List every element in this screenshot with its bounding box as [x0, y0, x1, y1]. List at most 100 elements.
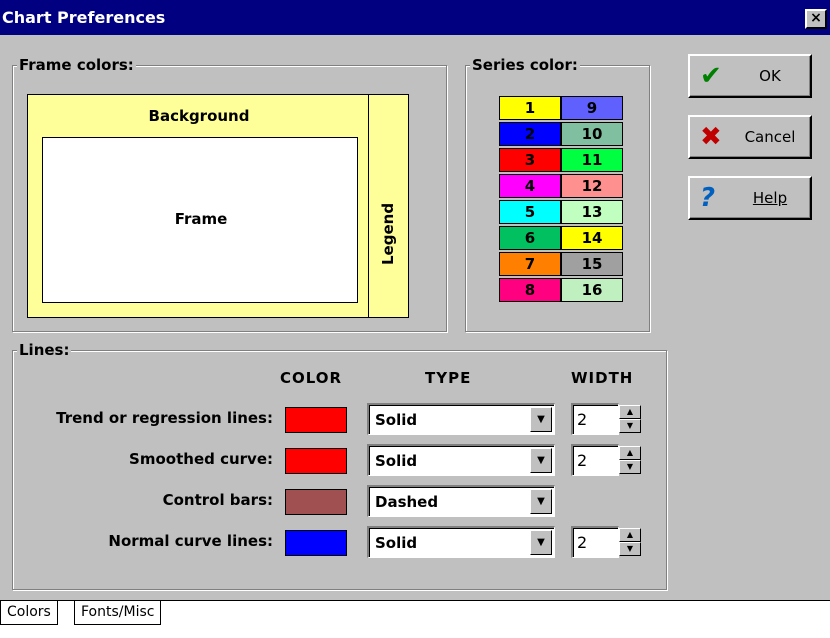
series-swatch-12[interactable]: 12 [561, 174, 623, 198]
frame-label: Frame [174, 210, 228, 228]
series-swatch-label: 7 [524, 255, 536, 273]
series-swatch-16[interactable]: 16 [561, 278, 623, 302]
close-icon: × [810, 10, 822, 26]
lines-label: Lines: [17, 341, 72, 359]
lines-group: Lines: COLOR TYPE WIDTH Trend or regress… [12, 341, 667, 590]
series-swatch-label: 9 [586, 99, 598, 117]
series-swatch-15[interactable]: 15 [561, 252, 623, 276]
line-width-input[interactable]: 2 [571, 403, 619, 435]
spin-down-icon[interactable]: ▼ [619, 542, 641, 556]
dropdown-arrow-icon[interactable]: ▼ [530, 448, 552, 473]
tab-fonts-misc[interactable]: Fonts/Misc [74, 601, 162, 625]
series-swatch-14[interactable]: 14 [561, 226, 623, 250]
series-swatch-label: 1 [524, 99, 536, 117]
background-color-area[interactable]: Background Frame [27, 94, 369, 318]
series-swatch-9[interactable]: 9 [561, 96, 623, 120]
frame-color-area[interactable]: Frame [42, 137, 358, 303]
series-swatch-label: 2 [524, 125, 536, 143]
line-width-input[interactable]: 2 [571, 444, 619, 476]
dropdown-arrow-icon[interactable]: ▼ [530, 530, 552, 555]
spinner-buttons: ▲ ▼ [619, 528, 641, 556]
spin-up-icon[interactable]: ▲ [619, 446, 641, 460]
line-color-well[interactable] [285, 489, 347, 515]
spin-up-icon[interactable]: ▲ [619, 528, 641, 542]
series-color-group: Series color: 1 2 3 4 5 6 7 8 9 10 11 12 13 14 15 16 [465, 56, 650, 332]
x-icon: ✖ [700, 122, 722, 152]
series-swatch-label: 4 [524, 177, 536, 195]
line-type-select[interactable]: Solid ▼ [367, 444, 555, 476]
series-swatch-label: 5 [524, 203, 536, 221]
series-swatch-label: 10 [581, 125, 603, 143]
series-swatch-10[interactable]: 10 [561, 122, 623, 146]
cancel-label: Cancel [744, 128, 796, 146]
window-title: Chart Preferences [2, 8, 166, 27]
series-swatch-8[interactable]: 8 [499, 278, 561, 302]
help-label: Help [752, 189, 788, 207]
question-mark-icon: ? [700, 183, 716, 213]
background-label: Background [148, 107, 250, 125]
line-color-well[interactable] [285, 530, 347, 556]
line-row-label: Control bars: [162, 491, 273, 509]
series-swatch-11[interactable]: 11 [561, 148, 623, 172]
tab-colors-label: Colors [7, 604, 51, 620]
line-type-select[interactable]: Solid ▼ [367, 526, 555, 558]
series-swatch-label: 16 [581, 281, 603, 299]
series-swatch-label: 6 [524, 229, 536, 247]
type-column-header: TYPE [425, 369, 472, 387]
series-swatch-2[interactable]: 2 [499, 122, 561, 146]
title-bar: Chart Preferences × [0, 0, 830, 35]
color-column-header: COLOR [280, 369, 343, 387]
line-row-label: Smoothed curve: [129, 450, 273, 468]
spin-up-icon[interactable]: ▲ [619, 405, 641, 419]
checkmark-icon: ✔ [700, 61, 722, 91]
spinner-buttons: ▲ ▼ [619, 405, 641, 433]
line-width-spinner[interactable]: 2 ▲ ▼ [571, 444, 641, 476]
close-button[interactable]: × [805, 9, 827, 29]
dropdown-arrow-icon[interactable]: ▼ [530, 489, 552, 514]
tab-colors[interactable]: Colors [0, 601, 58, 625]
series-swatch-7[interactable]: 7 [499, 252, 561, 276]
series-swatch-5[interactable]: 5 [499, 200, 561, 224]
line-type-value: Solid [375, 452, 418, 470]
frame-colors-label: Frame colors: [17, 56, 136, 74]
line-row-label: Trend or regression lines: [56, 409, 273, 427]
series-swatch-6[interactable]: 6 [499, 226, 561, 250]
line-width-spinner[interactable]: 2 ▲ ▼ [571, 526, 641, 558]
line-width-input[interactable]: 2 [571, 526, 619, 558]
series-swatch-3[interactable]: 3 [499, 148, 561, 172]
ok-label: OK [759, 67, 781, 85]
legend-label: Legend [379, 202, 397, 265]
width-column-header: WIDTH [571, 369, 634, 387]
series-swatch-4[interactable]: 4 [499, 174, 561, 198]
line-width-spinner[interactable]: 2 ▲ ▼ [571, 403, 641, 435]
tab-strip: Colors Fonts/Misc [0, 600, 830, 638]
tab-fonts-misc-label: Fonts/Misc [81, 604, 155, 620]
series-swatch-label: 14 [581, 229, 603, 247]
series-swatch-label: 15 [581, 255, 603, 273]
spin-down-icon[interactable]: ▼ [619, 419, 641, 433]
cancel-button[interactable]: ✖ Cancel [688, 115, 812, 159]
series-swatch-1[interactable]: 1 [499, 96, 561, 120]
series-swatch-label: 8 [524, 281, 536, 299]
series-swatch-label: 3 [524, 151, 536, 169]
dropdown-arrow-icon[interactable]: ▼ [530, 407, 552, 432]
help-button[interactable]: ? Help [688, 176, 812, 220]
series-swatch-13[interactable]: 13 [561, 200, 623, 224]
series-swatch-label: 13 [581, 203, 603, 221]
series-color-label: Series color: [470, 56, 580, 74]
line-type-select[interactable]: Solid ▼ [367, 403, 555, 435]
line-color-well[interactable] [285, 448, 347, 474]
series-swatch-label: 11 [581, 151, 603, 169]
line-color-well[interactable] [285, 407, 347, 433]
line-type-value: Dashed [375, 493, 439, 511]
ok-button[interactable]: ✔ OK [688, 54, 812, 98]
spinner-buttons: ▲ ▼ [619, 446, 641, 474]
line-type-value: Solid [375, 411, 418, 429]
frame-colors-group: Frame colors: Background Frame Legend [12, 56, 447, 332]
line-type-select[interactable]: Dashed ▼ [367, 485, 555, 517]
line-row-label: Normal curve lines: [108, 532, 273, 550]
series-swatch-label: 12 [581, 177, 603, 195]
line-type-value: Solid [375, 534, 418, 552]
legend-color-area[interactable]: Legend [369, 94, 409, 318]
spin-down-icon[interactable]: ▼ [619, 460, 641, 474]
